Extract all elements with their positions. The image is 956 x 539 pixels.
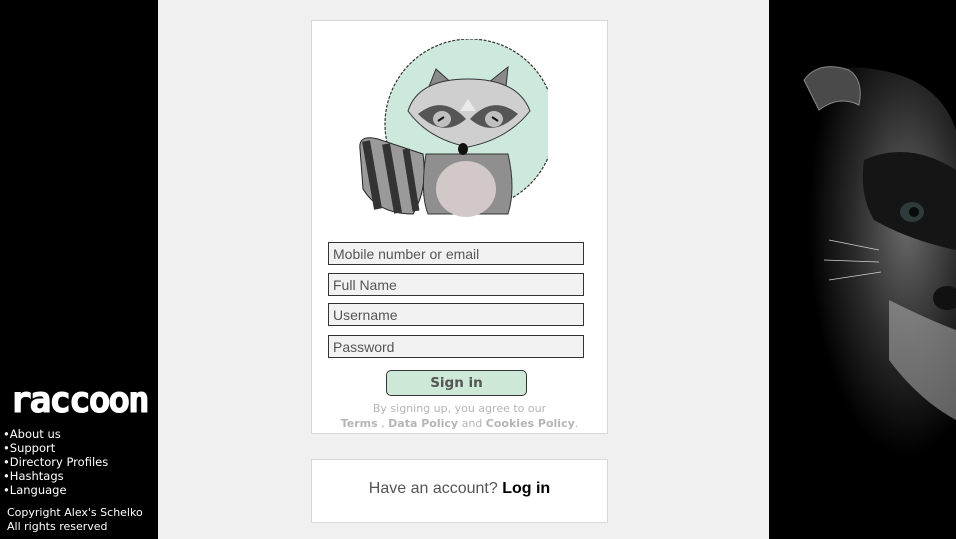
- footer-link-directory-profiles[interactable]: Directory Profiles: [3, 455, 108, 469]
- left-sidebar: raccoon About us Support Directory Profi…: [0, 0, 158, 539]
- data-policy-link[interactable]: Data Policy: [388, 417, 458, 430]
- raccoon-photo: [769, 0, 956, 539]
- login-card: Have an account? Log in: [311, 459, 608, 523]
- copyright-line-2: All rights reserved: [7, 520, 108, 533]
- have-account-line: Have an account? Log in: [312, 479, 607, 499]
- terms-notice: By signing up, you agree to our Terms , …: [312, 401, 607, 431]
- footer-link-language[interactable]: Language: [3, 483, 108, 497]
- terms-prefix: By signing up, you agree to our: [372, 402, 547, 415]
- full-name-input[interactable]: [328, 273, 584, 296]
- signup-page: raccoon About us Support Directory Profi…: [0, 0, 956, 539]
- footer-link-hashtags[interactable]: Hashtags: [3, 469, 108, 483]
- main-panel: Sign in By signing up, you agree to our …: [158, 0, 769, 539]
- raccoon-logo[interactable]: raccoon: [8, 380, 154, 418]
- have-account-prompt: Have an account?: [368, 480, 498, 497]
- terms-separator: ,: [377, 417, 389, 430]
- and-text: and: [461, 417, 483, 430]
- raccoon-mascot-illustration: [359, 39, 548, 217]
- terms-link[interactable]: Terms: [341, 417, 378, 430]
- username-input[interactable]: [328, 303, 584, 326]
- terms-period: .: [574, 417, 579, 430]
- cookies-policy-link[interactable]: Cookies Policy: [486, 417, 575, 430]
- sign-in-button[interactable]: Sign in: [386, 370, 527, 396]
- mobile-or-email-input[interactable]: [328, 242, 584, 265]
- password-input[interactable]: [328, 335, 584, 358]
- logo-text: raccoon: [10, 380, 148, 418]
- footer-link-support[interactable]: Support: [3, 441, 108, 455]
- terms-links-line: Terms , Data Policy and Cookies Policy.: [312, 416, 607, 431]
- raccoon-photo-graphic: [769, 0, 956, 539]
- copyright: Copyright Alex's Schelko All rights rese…: [7, 506, 143, 534]
- footer-link-about[interactable]: About us: [3, 427, 108, 441]
- copyright-line-1: Copyright Alex's Schelko: [7, 506, 143, 519]
- footer-links: About us Support Directory Profiles Hash…: [3, 427, 108, 497]
- signup-card: Sign in By signing up, you agree to our …: [311, 20, 608, 434]
- log-in-link[interactable]: Log in: [502, 480, 550, 497]
